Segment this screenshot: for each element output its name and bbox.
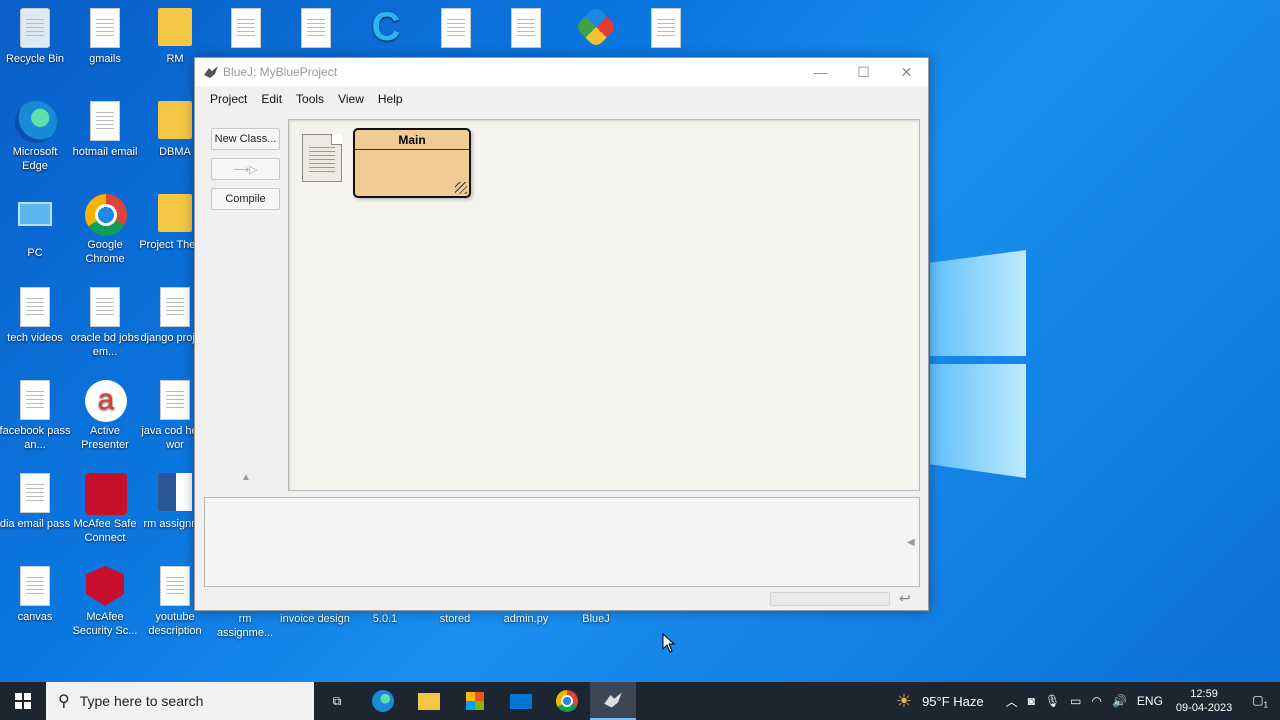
reset-icon[interactable]: ↩ <box>899 590 911 607</box>
desktop-icon-stored[interactable]: stored <box>419 612 491 626</box>
search-placeholder: Type here to search <box>79 693 204 709</box>
desktop-icon[interactable] <box>420 8 492 52</box>
active-presenter-icon[interactable]: a Active Presenter <box>69 380 141 452</box>
recycle-bin-icon[interactable]: Recycle Bin <box>0 8 71 66</box>
file-explorer-icon[interactable] <box>406 682 452 720</box>
edge-taskbar-icon[interactable] <box>360 682 406 720</box>
menu-project[interactable]: Project <box>203 92 254 106</box>
collapse-left-icon[interactable]: ◀ <box>907 537 915 548</box>
codepad-area[interactable] <box>204 497 920 587</box>
bluej-window: BlueJ: MyBlueProject — ☐ ✕ Project Edit … <box>194 57 929 611</box>
mcafee-safe-connect-icon[interactable]: McAfee Safe Connect <box>69 473 141 545</box>
class-name: Main <box>355 130 469 150</box>
desktop-icon[interactable] <box>210 8 282 52</box>
clock-time: 12:59 <box>1190 688 1218 700</box>
bluej-taskbar-icon[interactable] <box>590 682 636 720</box>
desktop-icon[interactable]: C <box>350 6 422 50</box>
tool-sidebar: New Class... ⟶▷ Compile <box>211 128 281 218</box>
menu-bar: Project Edit Tools View Help <box>195 86 928 112</box>
task-view-icon[interactable]: ⧉ <box>314 682 360 720</box>
weather-icon[interactable]: ☀ <box>891 691 917 712</box>
clock-date: 09-04-2023 <box>1175 702 1233 714</box>
clock[interactable]: 12:59 09-04-2023 <box>1168 687 1240 715</box>
desktop-icon-501[interactable]: 5.0.1 <box>349 612 421 626</box>
maximize-button[interactable]: ☐ <box>842 58 885 86</box>
desktop-icon-dia[interactable]: dia email pass <box>0 473 71 531</box>
chrome-taskbar-icon[interactable] <box>544 682 590 720</box>
pc-icon[interactable]: PC <box>0 194 71 260</box>
mouse-cursor-icon <box>662 633 676 653</box>
collapse-up-icon[interactable]: ▲ <box>241 472 251 483</box>
chevron-up-icon[interactable]: ︿ <box>1001 693 1023 710</box>
desktop-icon-oracle[interactable]: oracle bd jobs em... <box>69 287 141 359</box>
desktop-icon[interactable] <box>490 8 562 52</box>
desktop-icon[interactable] <box>630 8 702 52</box>
store-icon[interactable] <box>452 682 498 720</box>
desktop-icon-invoice[interactable]: invoice design <box>279 612 351 626</box>
desktop-icon-tech-videos[interactable]: tech videos <box>0 287 71 345</box>
mail-icon[interactable] <box>498 682 544 720</box>
new-class-button[interactable]: New Class... <box>211 128 280 150</box>
weather-text[interactable]: 95°F Haze <box>917 694 989 709</box>
wifi-icon[interactable]: ◠ <box>1086 694 1106 708</box>
class-diagram-canvas[interactable]: Main <box>288 119 920 491</box>
desktop-icon-canvas[interactable]: canvas <box>0 566 71 624</box>
resize-handle-icon[interactable] <box>455 182 467 194</box>
menu-view[interactable]: View <box>331 92 371 106</box>
bluej-icon <box>204 66 218 78</box>
windows-logo-wallpaper <box>930 240 1030 480</box>
arrow-button[interactable]: ⟶▷ <box>211 158 280 180</box>
close-button[interactable]: ✕ <box>885 58 928 86</box>
desktop-icon-rm-assign[interactable]: rm assignme... <box>209 612 281 640</box>
system-tray: ☀ 95°F Haze ︿ ◙ 🎙 ▭ ◠ 🔊 ENG 12:59 09-04-… <box>891 682 1280 720</box>
menu-tools[interactable]: Tools <box>289 92 331 106</box>
desktop-icon-admin-py[interactable]: admin.py <box>490 612 562 626</box>
desktop-icon-bluej[interactable]: BlueJ <box>560 612 632 626</box>
class-box-main[interactable]: Main <box>353 128 471 198</box>
window-title: BlueJ: MyBlueProject <box>223 65 338 79</box>
chrome-icon[interactable]: Google Chrome <box>69 194 141 266</box>
edge-icon[interactable]: Microsoft Edge <box>0 101 71 173</box>
notification-count: 1 <box>1263 700 1268 710</box>
title-bar[interactable]: BlueJ: MyBlueProject — ☐ ✕ <box>195 58 928 86</box>
microphone-icon[interactable]: 🎙 <box>1040 694 1065 708</box>
readme-document-icon[interactable] <box>302 134 342 182</box>
notification-icon[interactable]: ▢1 <box>1240 693 1280 709</box>
progress-indicator <box>770 592 890 606</box>
minimize-button[interactable]: — <box>799 58 842 86</box>
menu-edit[interactable]: Edit <box>254 92 289 106</box>
compile-button[interactable]: Compile <box>211 188 280 210</box>
windows-start-icon <box>15 693 31 709</box>
desktop-icon[interactable] <box>280 8 352 52</box>
desktop-icon[interactable] <box>560 5 632 56</box>
desktop-icon-facebook[interactable]: facebook pass an... <box>0 380 71 452</box>
taskbar-search-box[interactable]: ⚲ Type here to search <box>46 682 314 720</box>
mcafee-icon[interactable]: McAfee Security Sc... <box>69 566 141 638</box>
start-button[interactable] <box>0 682 46 720</box>
battery-icon[interactable]: ▭ <box>1065 694 1086 708</box>
search-icon: ⚲ <box>58 693 70 710</box>
taskbar: ⚲ Type here to search ⧉ ☀ 95°F Haze ︿ ◙ … <box>0 682 1280 720</box>
language-indicator[interactable]: ENG <box>1132 694 1168 708</box>
menu-help[interactable]: Help <box>371 92 410 106</box>
meet-now-icon[interactable]: ◙ <box>1023 694 1040 708</box>
desktop-icon-hotmail[interactable]: hotmail email <box>69 101 141 159</box>
volume-icon[interactable]: 🔊 <box>1107 694 1132 708</box>
desktop-icon-gmails[interactable]: gmails <box>69 8 141 66</box>
